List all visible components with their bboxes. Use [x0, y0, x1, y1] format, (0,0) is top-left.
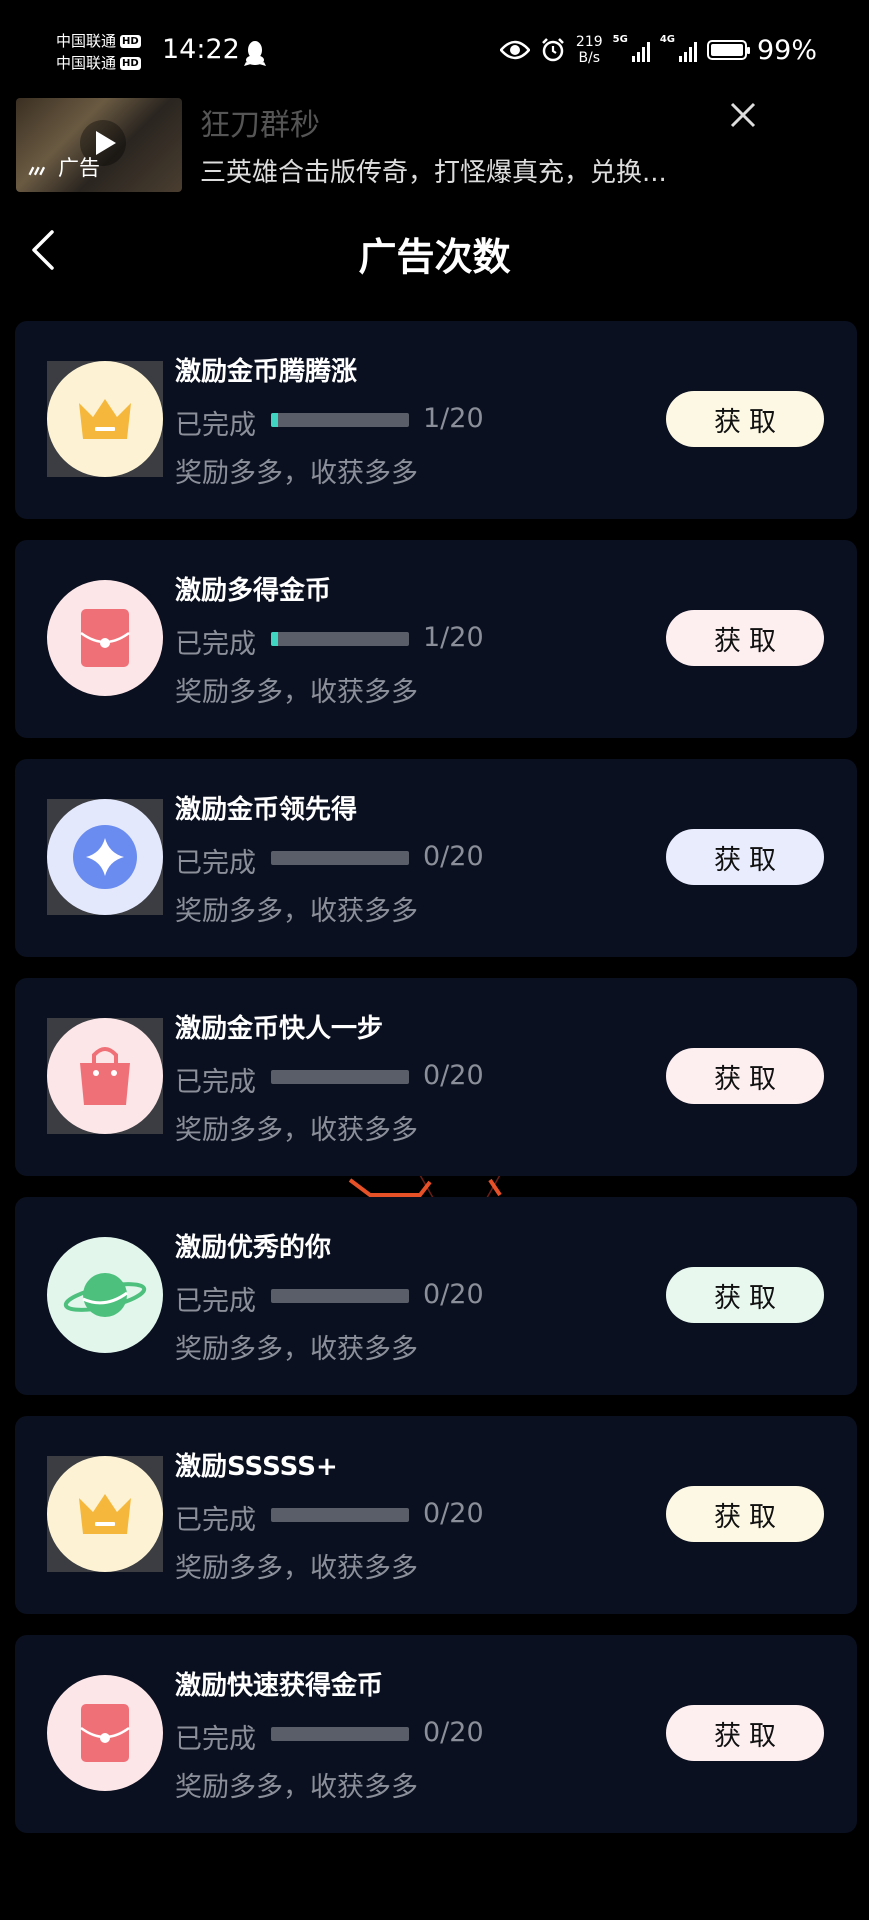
get-reward-button[interactable]: 获取 — [666, 391, 824, 447]
carrier-info: 中国联通 HD 中国联通 HD — [56, 30, 141, 74]
battery-percentage: 99% — [756, 34, 817, 66]
get-reward-button[interactable]: 获取 — [666, 1705, 824, 1761]
network-type-4g: 4G — [659, 34, 675, 45]
page: 中国联通 HD 中国联通 HD 14:22 219 B/s 5G 4G 99% … — [0, 0, 869, 1920]
task-card: 激励优秀的你 已完成 0/20 奖励多多，收获多多 获取 — [15, 1197, 857, 1395]
red-envelope-icon — [47, 580, 163, 696]
speed-unit: B/s — [578, 50, 601, 66]
completed-label: 已完成 — [175, 1067, 256, 1098]
progress-count: 0/20 — [423, 1498, 484, 1529]
qq-penguin-icon — [244, 41, 266, 66]
progress-bar — [271, 413, 409, 427]
task-card: 激励SSSSS+ 已完成 0/20 奖励多多，收获多多 获取 — [15, 1416, 857, 1614]
clock: 14:22 — [162, 34, 240, 65]
crown-icon — [47, 1456, 163, 1572]
task-title: 激励金币快人一步 — [175, 1014, 384, 1044]
hd-badge: HD — [120, 34, 141, 48]
shopping-bag-icon — [47, 1018, 163, 1134]
diamond-coin-icon — [47, 799, 163, 915]
completed-label: 已完成 — [175, 410, 256, 441]
task-title: 激励金币腾腾涨 — [175, 357, 358, 387]
progress-count: 0/20 — [423, 1279, 484, 1310]
ad-title[interactable]: 狂刀群秒 — [200, 100, 320, 144]
ad-description[interactable]: 三英雄合击版传奇，打怪爆真充，兑换... — [200, 152, 667, 189]
progress-bar — [271, 632, 409, 646]
progress-bar — [271, 1070, 409, 1084]
ad-label: 广告 — [58, 156, 100, 180]
task-subtitle: 奖励多多，收获多多 — [175, 677, 418, 708]
task-card: 激励多得金币 已完成 1/20 奖励多多，收获多多 获取 — [15, 540, 857, 738]
task-list: 激励金币腾腾涨 已完成 1/20 奖励多多，收获多多 获取 激励多得金币 已完成 1/20 奖励… — [15, 321, 857, 1854]
planet-icon — [47, 1237, 163, 1353]
progress-count: 0/20 — [423, 1717, 484, 1748]
task-title: 激励SSSSS+ — [175, 1452, 338, 1482]
signal-strength-icon — [631, 38, 650, 62]
get-reward-button[interactable]: 获取 — [666, 1048, 824, 1104]
completed-label: 已完成 — [175, 1505, 256, 1536]
network-speed: 219 B/s — [576, 34, 603, 66]
task-title: 激励金币领先得 — [175, 795, 358, 825]
task-title: 激励多得金币 — [175, 576, 332, 606]
task-title: 激励快速获得金币 — [175, 1671, 384, 1701]
battery-icon — [706, 40, 750, 60]
hd-badge: HD — [120, 56, 141, 70]
progress-count: 0/20 — [423, 841, 484, 872]
red-envelope-icon — [47, 1675, 163, 1791]
carrier-name: 中国联通 — [56, 32, 117, 50]
get-reward-button[interactable]: 获取 — [666, 1486, 824, 1542]
alarm-clock-icon — [542, 38, 564, 62]
task-subtitle: 奖励多多，收获多多 — [175, 896, 418, 927]
get-reward-button[interactable]: 获取 — [666, 829, 824, 885]
page-title: 广告次数 — [358, 235, 511, 279]
get-reward-button[interactable]: 获取 — [666, 1267, 824, 1323]
task-subtitle: 奖励多多，收获多多 — [175, 1772, 418, 1803]
eye-icon — [499, 40, 530, 60]
task-card: 激励金币领先得 已完成 0/20 奖励多多，收获多多 获取 — [15, 759, 857, 957]
task-title: 激励优秀的你 — [175, 1233, 332, 1263]
get-reward-button[interactable]: 获取 — [666, 610, 824, 666]
progress-bar — [271, 851, 409, 865]
status-icons: 219 B/s 5G 4G 99% — [499, 34, 817, 66]
status-bar: 中国联通 HD 中国联通 HD 14:22 219 B/s 5G 4G 99% — [0, 0, 869, 100]
progress-bar — [271, 1289, 409, 1303]
task-subtitle: 奖励多多，收获多多 — [175, 1553, 418, 1584]
progress-fill — [271, 413, 278, 427]
completed-label: 已完成 — [175, 1286, 256, 1317]
speed-value: 219 — [575, 34, 603, 50]
task-card: 激励金币快人一步 已完成 0/20 奖励多多，收获多多 获取 — [15, 978, 857, 1176]
progress-fill — [271, 632, 278, 646]
progress-count: 1/20 — [423, 403, 484, 434]
progress-bar — [271, 1727, 409, 1741]
progress-count: 0/20 — [423, 1060, 484, 1091]
ad-video-thumbnail[interactable]: 广告 — [16, 98, 182, 192]
task-subtitle: 奖励多多，收获多多 — [175, 1334, 418, 1365]
network-type-5g: 5G — [612, 34, 628, 45]
task-card: 激励金币腾腾涨 已完成 1/20 奖励多多，收获多多 获取 — [15, 321, 857, 519]
ad-banner[interactable]: 广告 狂刀群秒 三英雄合击版传奇，打怪爆真充，兑换... — [16, 98, 856, 192]
task-subtitle: 奖励多多，收获多多 — [175, 1115, 418, 1146]
close-icon[interactable] — [726, 98, 760, 132]
crown-icon — [47, 361, 163, 477]
progress-count: 1/20 — [423, 622, 484, 653]
completed-label: 已完成 — [175, 1724, 256, 1755]
ad-badge-icon — [28, 166, 46, 176]
signal-strength-icon — [678, 38, 697, 62]
progress-bar — [271, 1508, 409, 1522]
task-subtitle: 奖励多多，收获多多 — [175, 458, 418, 489]
carrier-name: 中国联通 — [56, 54, 117, 72]
completed-label: 已完成 — [175, 629, 256, 660]
task-card: 激励快速获得金币 已完成 0/20 奖励多多，收获多多 获取 — [15, 1635, 857, 1833]
completed-label: 已完成 — [175, 848, 256, 879]
